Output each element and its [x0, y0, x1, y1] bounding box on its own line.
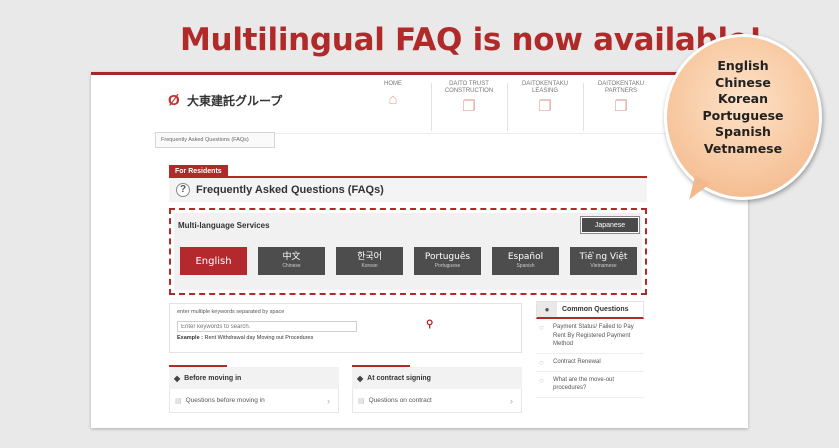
external-link-icon: ❐ — [538, 98, 552, 115]
nav-label: DAITOKENTAKU LEASING — [521, 81, 569, 94]
common-question-text: What are the move-out procedures? — [553, 376, 615, 392]
category-at-contract-signing: ◆ At contract signing ▤ Questions on con… — [352, 365, 522, 415]
language-label: 中文 — [282, 252, 301, 262]
language-sublabel: Vietnamese — [590, 263, 617, 269]
multilanguage-label: Multi-language Services — [178, 221, 270, 230]
language-label: English — [195, 255, 232, 267]
language-sublabel: Chinese — [282, 263, 301, 269]
nav-label: HOME — [384, 81, 402, 87]
bubble-language: Portuguese — [702, 107, 784, 123]
multilanguage-highlight: Multi-language Services Japanese English… — [169, 208, 647, 295]
nav-label: DAITO TRUST CONSTRUCTION — [444, 81, 494, 94]
language-label: 한국어 — [357, 252, 382, 262]
external-link-icon: ❐ — [462, 98, 476, 115]
common-question-item[interactable]: ○ What are the move-out procedures? — [536, 372, 644, 398]
japanese-button[interactable]: Japanese — [580, 216, 640, 234]
nav-divider — [507, 83, 508, 131]
language-sublabel: Korean — [361, 263, 378, 269]
tag-icon: ◆ — [357, 373, 364, 383]
search-input[interactable] — [177, 321, 357, 332]
category-link[interactable]: ▤ Questions before moving in › — [169, 389, 339, 413]
nav-item-leasing[interactable]: DAITOKENTAKU LEASING ❐ — [509, 81, 581, 114]
faq-heading: ? Frequently Asked Questions (FAQs) — [169, 178, 647, 202]
common-question-item[interactable]: ○ Contract Renewal — [536, 354, 644, 372]
language-button-chinese[interactable]: 中文 Chinese — [258, 247, 325, 275]
nav-item-partners[interactable]: DAITOKENTAKU PARTNERS ❐ — [585, 81, 657, 114]
bubble-language: Korean — [717, 91, 769, 106]
language-button-korean[interactable]: 한국어 Korean — [336, 247, 403, 275]
brand-mark-icon: Ø — [168, 91, 180, 109]
document-icon: ▤ — [175, 397, 182, 405]
nav-divider — [583, 83, 584, 131]
language-sublabel: Portuguese — [434, 263, 461, 269]
language-sublabel: Spanish — [516, 263, 535, 269]
multilanguage-panel: Multi-language Services Japanese English… — [174, 213, 642, 290]
category-before-moving-in: ◆ Before moving in ▤ Questions before mo… — [169, 365, 339, 415]
lightbulb-icon: ● — [537, 302, 557, 317]
search-panel: enter multiple keywords separated by spa… — [169, 303, 522, 353]
document-icon: ▤ — [358, 397, 365, 405]
category-heading: ◆ Before moving in — [169, 367, 339, 389]
category-title: Before moving in — [184, 374, 242, 382]
website-frame: Ø 大東建託グループ HOME ⌂ DAITO TRUST CONSTRUCTI… — [91, 72, 748, 428]
language-button-english[interactable]: English — [180, 247, 247, 275]
bubble-language: Chinese — [715, 74, 771, 90]
common-question-text: Payment Status/ Failed to Pay Rent By Re… — [553, 324, 634, 347]
question-bulb-icon: ○ — [539, 323, 544, 332]
language-label: Português — [424, 252, 471, 262]
home-icon: ⌂ — [388, 91, 398, 108]
category-link-label: Questions on contract — [368, 397, 432, 404]
nav-divider — [431, 83, 432, 131]
common-questions-title: Common Questions — [562, 306, 629, 313]
nav-item-daito-trust[interactable]: DAITO TRUST CONSTRUCTION ❐ — [433, 81, 505, 114]
question-icon: ? — [176, 183, 190, 197]
brand-logo[interactable]: Ø 大東建託グループ — [168, 92, 282, 109]
common-questions-panel: ● Common Questions ○ Payment Status/ Fai… — [536, 301, 644, 428]
category-heading: ◆ At contract signing — [352, 367, 522, 389]
language-button-portuguese[interactable]: Português Portuguese — [414, 247, 481, 275]
nav-label: DAITOKENTAKU PARTNERS — [597, 81, 645, 94]
category-link-label: Questions before moving in — [185, 397, 265, 404]
language-button-spanish[interactable]: Español Spanish — [492, 247, 559, 275]
question-bulb-icon: ○ — [539, 357, 544, 367]
announcement-title: Multilingual FAQ is now available! — [180, 22, 763, 58]
bubble-language: Spanish — [715, 124, 771, 139]
chevron-right-icon: › — [510, 395, 513, 406]
page-title: Frequently Asked Questions (FAQs) — [196, 184, 384, 196]
common-question-item[interactable]: ○ Payment Status/ Failed to Pay Rent By … — [536, 319, 644, 354]
language-buttons: English 中文 Chinese 한국어 Korean Português … — [180, 247, 637, 275]
external-link-icon: ❐ — [614, 98, 628, 115]
example-label: Example : — [177, 335, 203, 341]
language-label: Tiê ̀ng Việt — [579, 252, 628, 262]
example-text: Rent Withdrawal day Moving out Procedure… — [204, 335, 314, 341]
language-label: Español — [507, 252, 544, 262]
brand-name: 大東建託グループ — [187, 94, 283, 108]
category-title: At contract signing — [367, 374, 431, 382]
breadcrumb[interactable]: Frequently Asked Questions (FAQs) — [155, 132, 275, 148]
question-bulb-icon: ○ — [539, 375, 544, 385]
bubble-language: English — [717, 58, 769, 73]
bubble-language: Vetnamese — [703, 140, 783, 156]
nav-item-home[interactable]: HOME ⌂ — [357, 81, 429, 107]
chevron-right-icon: › — [327, 395, 330, 406]
search-example: Example : Rent Withdrawal day Moving out… — [177, 335, 313, 341]
language-button-vietnamese[interactable]: Tiê ̀ng Việt Vietnamese — [570, 247, 637, 275]
search-icon[interactable]: ⚲ — [426, 319, 433, 330]
common-question-text: Contract Renewal — [553, 358, 601, 365]
bubble-language-list: English Chinese Korean Portuguese Spanis… — [664, 58, 822, 157]
search-hint: enter multiple keywords separated by spa… — [177, 309, 285, 315]
category-link[interactable]: ▤ Questions on contract › — [352, 389, 522, 413]
tag-icon: ◆ — [174, 373, 181, 383]
common-questions-heading: ● Common Questions — [536, 301, 644, 319]
